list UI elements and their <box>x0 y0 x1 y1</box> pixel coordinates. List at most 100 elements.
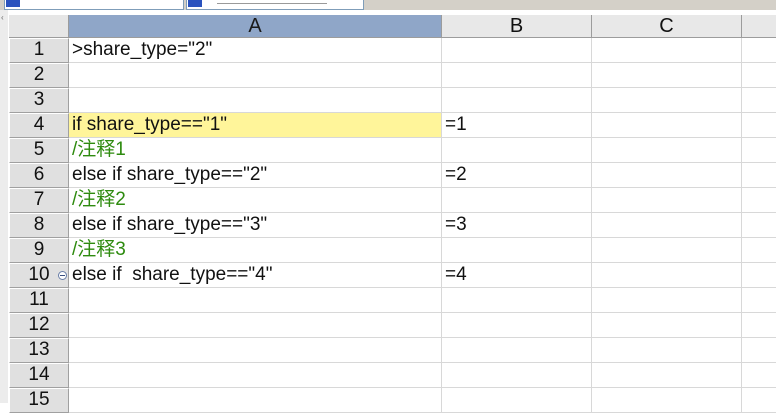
row-number: 13 <box>28 339 50 360</box>
select-all-corner[interactable] <box>9 15 69 38</box>
cell-a9[interactable]: /注释3 <box>69 238 442 263</box>
row-header[interactable]: 12 <box>9 313 69 338</box>
cell-a4[interactable]: if share_type=="1" <box>69 113 442 138</box>
cell-c8[interactable] <box>592 213 742 238</box>
cell-c11[interactable] <box>592 288 742 313</box>
column-header-c[interactable]: C <box>592 15 742 38</box>
cell-d4[interactable] <box>742 113 776 138</box>
row-header[interactable]: 14 <box>9 363 69 388</box>
row-header[interactable]: 11 <box>9 288 69 313</box>
cell-c6[interactable] <box>592 163 742 188</box>
row-header[interactable]: 7 <box>9 188 69 213</box>
cell-a15[interactable] <box>69 388 442 413</box>
cell-d5[interactable] <box>742 138 776 163</box>
row-header[interactable]: 5 <box>9 138 69 163</box>
cell-b6[interactable]: =2 <box>442 163 592 188</box>
cell-c3[interactable] <box>592 88 742 113</box>
cell-b8[interactable]: =3 <box>442 213 592 238</box>
cell-a12[interactable] <box>69 313 442 338</box>
row-header[interactable]: 1 <box>9 38 69 63</box>
cell-d15[interactable] <box>742 388 776 413</box>
cell-a8[interactable]: else if share_type=="3" <box>69 213 442 238</box>
toolbar-strip <box>0 0 776 10</box>
row-header[interactable]: 8 <box>9 213 69 238</box>
cell-d12[interactable] <box>742 313 776 338</box>
cell-b4[interactable]: =1 <box>442 113 592 138</box>
collapse-group-icon[interactable] <box>58 271 67 280</box>
cell-b9[interactable] <box>442 238 592 263</box>
cell-c14[interactable] <box>592 363 742 388</box>
cell-d3[interactable] <box>742 88 776 113</box>
cell-c7[interactable] <box>592 188 742 213</box>
column-header-a[interactable]: A <box>69 15 442 38</box>
cell-d11[interactable] <box>742 288 776 313</box>
cell-c4[interactable] <box>592 113 742 138</box>
cell-b3[interactable] <box>442 88 592 113</box>
row-header[interactable]: 3 <box>9 88 69 113</box>
cell-a14[interactable] <box>69 363 442 388</box>
cell-b14[interactable] <box>442 363 592 388</box>
row-number: 15 <box>28 389 50 410</box>
row-number: 7 <box>33 189 45 210</box>
cell-name-box[interactable] <box>4 0 184 10</box>
cell-c15[interactable] <box>592 388 742 413</box>
cell-d7[interactable] <box>742 188 776 213</box>
row-number: 8 <box>33 214 45 235</box>
chevron-icon: ‹ <box>1 13 4 22</box>
cell-a13[interactable] <box>69 338 442 363</box>
row-number: 9 <box>33 239 45 260</box>
row-number: 10 <box>28 264 50 285</box>
row-header[interactable]: 9 <box>9 238 69 263</box>
cell-c12[interactable] <box>592 313 742 338</box>
cell-c2[interactable] <box>592 63 742 88</box>
left-panel-toggle[interactable]: ‹ <box>0 10 8 403</box>
cell-d2[interactable] <box>742 63 776 88</box>
cell-d6[interactable] <box>742 163 776 188</box>
row-header[interactable]: 2 <box>9 63 69 88</box>
cell-c9[interactable] <box>592 238 742 263</box>
cell-b11[interactable] <box>442 288 592 313</box>
row-header[interactable]: 6 <box>9 163 69 188</box>
cell-c1[interactable] <box>592 38 742 63</box>
cell-b2[interactable] <box>442 63 592 88</box>
cell-d8[interactable] <box>742 213 776 238</box>
column-header-next[interactable] <box>742 15 776 38</box>
cell-c10[interactable] <box>592 263 742 288</box>
row-number: 6 <box>33 164 45 185</box>
cell-a1[interactable]: >share_type="2" <box>69 38 442 63</box>
row-header[interactable]: 10 <box>9 263 69 288</box>
formula-box[interactable] <box>186 0 364 10</box>
cell-d1[interactable] <box>742 38 776 63</box>
row-header[interactable]: 4 <box>9 113 69 138</box>
cell-a3[interactable] <box>69 88 442 113</box>
cell-b5[interactable] <box>442 138 592 163</box>
formula-box-icon <box>188 0 202 7</box>
cell-c13[interactable] <box>592 338 742 363</box>
row-number: 1 <box>33 39 45 60</box>
row-number: 5 <box>33 139 45 160</box>
cell-a2[interactable] <box>69 63 442 88</box>
formula-box-line <box>217 3 327 4</box>
cell-a5[interactable]: /注释1 <box>69 138 442 163</box>
cell-d14[interactable] <box>742 363 776 388</box>
cell-a6[interactable]: else if share_type=="2" <box>69 163 442 188</box>
cell-a10[interactable]: else if share_type=="4" <box>69 263 442 288</box>
cell-b12[interactable] <box>442 313 592 338</box>
cell-d10[interactable] <box>742 263 776 288</box>
row-header[interactable]: 15 <box>9 388 69 413</box>
cell-b13[interactable] <box>442 338 592 363</box>
row-number: 4 <box>33 114 45 135</box>
cell-b7[interactable] <box>442 188 592 213</box>
cell-d13[interactable] <box>742 338 776 363</box>
cell-d9[interactable] <box>742 238 776 263</box>
cell-a11[interactable] <box>69 288 442 313</box>
row-number: 14 <box>28 364 50 385</box>
cell-a7[interactable]: /注释2 <box>69 188 442 213</box>
row-header[interactable]: 13 <box>9 338 69 363</box>
cell-b1[interactable] <box>442 38 592 63</box>
cell-b10[interactable]: =4 <box>442 263 592 288</box>
column-header-b[interactable]: B <box>442 15 592 38</box>
cell-b15[interactable] <box>442 388 592 413</box>
cell-c5[interactable] <box>592 138 742 163</box>
row-number: 3 <box>33 89 45 110</box>
